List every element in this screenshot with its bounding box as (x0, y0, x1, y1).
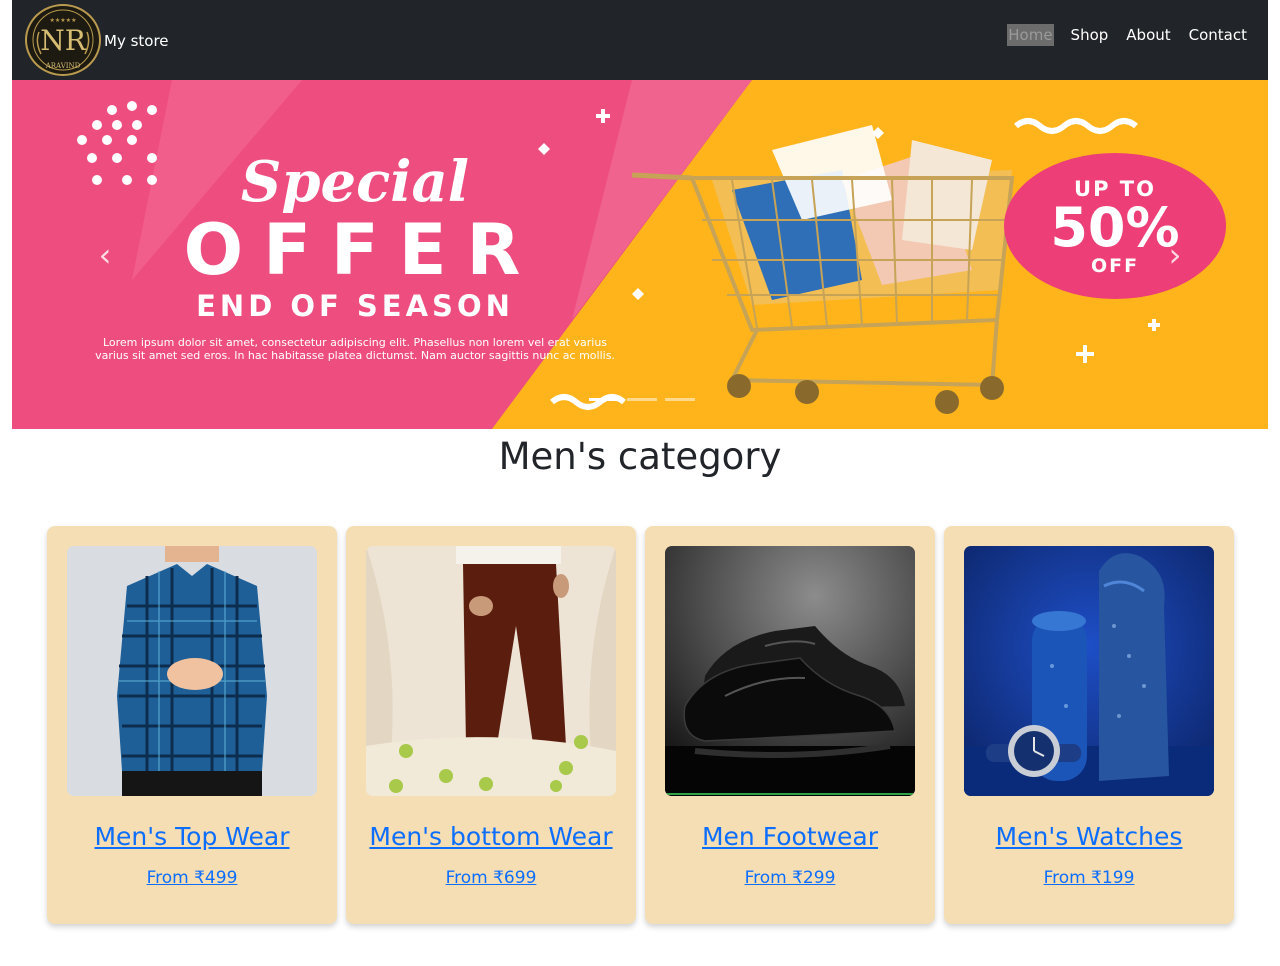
hero-script-title: Special (240, 149, 470, 215)
bottom-wear-title-link[interactable]: Men's bottom Wear (346, 822, 636, 851)
watches-image[interactable] (964, 546, 1214, 796)
navbar: NR ARAVIND ★★★★★ My store Home Shop Abou… (12, 0, 1268, 80)
carousel-prev-icon[interactable]: ‹ (90, 235, 120, 275)
svg-text:★★★★★: ★★★★★ (50, 17, 77, 24)
category-card-watches[interactable]: Men's Watches From ₹199 (944, 526, 1234, 924)
category-card-footwear[interactable]: Men Footwear From ₹299 (645, 526, 935, 924)
footwear-price-link[interactable]: From ₹299 (645, 868, 935, 888)
footwear-title-link[interactable]: Men Footwear (645, 822, 935, 851)
category-title: Men's category (498, 435, 782, 478)
nav-shop-link[interactable]: Shop (1070, 24, 1110, 46)
footwear-image[interactable] (665, 546, 915, 796)
brand-name[interactable]: My store (104, 32, 169, 50)
carousel-next-icon[interactable]: › (1160, 235, 1190, 275)
hero-big-title: OFFER (183, 209, 541, 291)
nav-contact-link[interactable]: Contact (1188, 24, 1248, 46)
top-wear-title-link[interactable]: Men's Top Wear (47, 822, 337, 851)
bottom-wear-image[interactable] (366, 546, 616, 796)
top-wear-price-link[interactable]: From ₹499 (47, 868, 337, 888)
discount-badge: UP TO 50% OFF (1004, 153, 1226, 299)
carousel-indicator-3[interactable] (665, 398, 695, 401)
hero-body: Lorem ipsum dolor sit amet, consectetur … (95, 336, 615, 362)
watches-title-link[interactable]: Men's Watches (944, 822, 1234, 851)
bottom-wear-price-link[interactable]: From ₹699 (346, 868, 636, 888)
nav-home-link[interactable]: Home (1007, 24, 1054, 46)
logo-subtext: ARAVIND (45, 62, 81, 70)
top-wear-image[interactable] (67, 546, 317, 796)
hero-subtitle: END OF SEASON (196, 289, 514, 323)
nav-about-link[interactable]: About (1125, 24, 1171, 46)
watches-price-link[interactable]: From ₹199 (944, 868, 1234, 888)
category-card-top-wear[interactable]: Men's Top Wear From ₹499 (47, 526, 337, 924)
category-card-bottom-wear[interactable]: Men's bottom Wear From ₹699 (346, 526, 636, 924)
carousel-indicators (589, 398, 695, 401)
logo-monogram: NR (40, 24, 87, 57)
badge-percent: 50% (1050, 196, 1180, 259)
carousel-indicator-1[interactable] (589, 398, 619, 401)
badge-off: OFF (1090, 255, 1140, 277)
store-logo[interactable]: NR ARAVIND ★★★★★ (25, 4, 101, 76)
carousel-indicator-2[interactable] (627, 398, 657, 401)
hero-text: Special OFFER END OF SEASON Lorem ipsum … (90, 150, 620, 362)
hero-carousel: Special OFFER END OF SEASON Lorem ipsum … (12, 80, 1268, 429)
page: NR ARAVIND ★★★★★ My store Home Shop Abou… (0, 0, 1280, 966)
brand[interactable]: NR ARAVIND ★★★★★ My store (25, 4, 169, 76)
nav-links: Home Shop About Contact (1007, 24, 1248, 46)
